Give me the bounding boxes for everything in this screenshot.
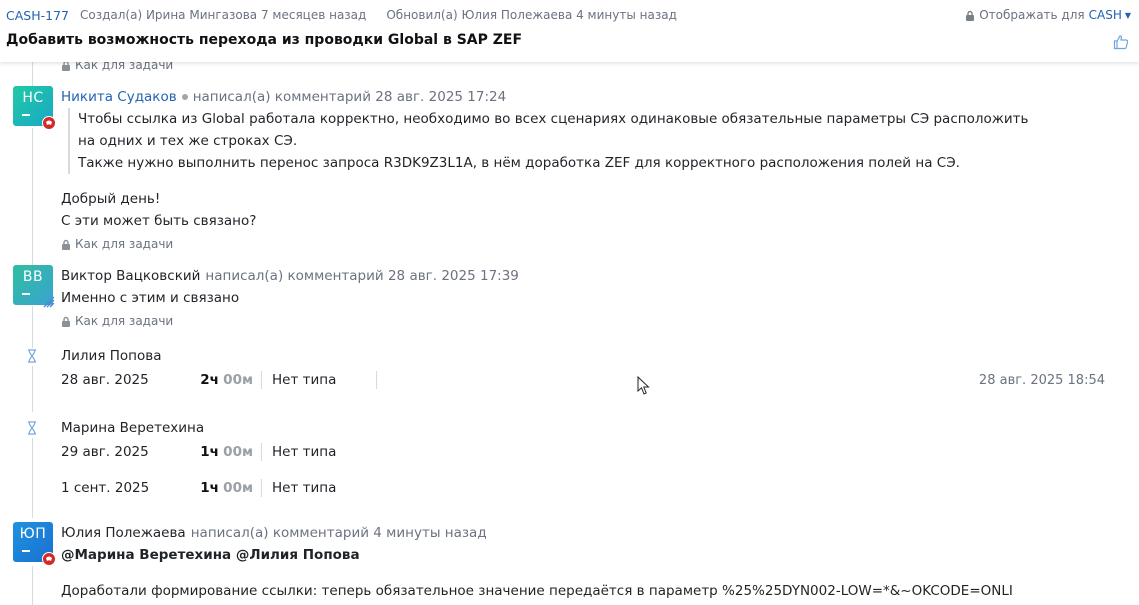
comment-header: Юлия Полежаева написал(а) комментарий 4 … [61, 525, 487, 541]
like-icon[interactable] [1113, 34, 1129, 50]
avatar[interactable]: НС [13, 86, 56, 130]
lock-icon [966, 10, 975, 21]
worklog-entry[interactable]: 29 авг. 2025 1ч 00м Нет типа [61, 442, 376, 462]
thread-line [32, 306, 33, 348]
comment-quote: Чтобы ссылка из Global работала корректн… [68, 108, 1029, 174]
worklog-hours: 1ч [200, 480, 219, 496]
worklog-user: Лилия Попова [61, 348, 162, 364]
worklog-hours: 2ч [200, 372, 219, 388]
comment-author[interactable]: Юлия Полежаева [61, 525, 186, 541]
comment-header: Никита Судаков написал(а) комментарий 28… [61, 89, 506, 105]
mouse-cursor-icon [637, 376, 650, 395]
visibility-selector[interactable]: Отображать для CASH ▼ [965, 7, 1131, 23]
issue-meta: CASH-177 Создал(а) Ирина Мингазова 7 мес… [6, 7, 697, 23]
worklog-minutes: 00м [223, 480, 253, 496]
comment-author[interactable]: Никита Судаков [61, 89, 177, 105]
worklog-timestamp: 28 авг. 2025 18:54 [978, 373, 1105, 388]
comment-meta: написал(а) комментарий 28 авг. 2025 17:3… [205, 268, 519, 284]
thread-line [32, 438, 33, 518]
worklog-duration: 2ч 00м [199, 372, 261, 388]
lock-icon [62, 316, 70, 327]
comment-author[interactable]: Виктор Вацковский [61, 268, 200, 284]
created-info: Создал(а) Ирина Мингазова 7 месяцев наза… [79, 8, 367, 22]
hourglass-icon [28, 421, 36, 435]
avatar[interactable]: ЮП [13, 522, 56, 566]
quote-line: Чтобы ссылка из Global работала корректн… [78, 111, 1029, 127]
comment-header: Виктор Вацковский написал(а) комментарий… [61, 268, 519, 284]
thread-line [32, 366, 33, 412]
chevron-down-icon: ▼ [1124, 10, 1131, 20]
avatar[interactable]: ВВ [13, 265, 55, 308]
worklog-type: Нет типа [272, 480, 337, 496]
worklog-date: 1 сент. 2025 [61, 480, 150, 496]
worklog-duration: 1ч 00м [199, 444, 261, 460]
worklog-duration: 1ч 00м [199, 480, 261, 496]
status-badge-icon [43, 296, 55, 308]
lock-icon [62, 239, 70, 250]
comment-text: Именно с этим и связано [61, 290, 240, 306]
quote-line: на одних и тех же строках СЭ. [78, 133, 298, 149]
status-badge-icon [42, 552, 56, 566]
worklog-entry[interactable]: 28 авг. 2025 2ч 00м Нет типа [61, 370, 377, 390]
worklog-type: Нет типа [272, 372, 337, 388]
thread-line [32, 128, 33, 268]
worklog-date: 28 авг. 2025 [61, 372, 149, 388]
worklog-minutes: 00м [223, 372, 253, 388]
quote-line: Также нужно выполнить перенос запроса R3… [78, 155, 960, 171]
worklog-type: Нет типа [272, 444, 337, 460]
avatar-initials: ВВ [22, 269, 44, 285]
comment-meta: написал(а) комментарий 4 минуты назад [190, 525, 487, 541]
comment-text: С эти может быть связано? [61, 213, 257, 229]
worklog-minutes: 00м [223, 444, 253, 460]
avatar-initials: НС [22, 90, 44, 106]
comment-visibility: Как для задачи [61, 237, 173, 251]
task-key-link[interactable]: CASH-177 [6, 8, 69, 23]
issue-title: Добавить возможность перехода из проводк… [6, 32, 523, 48]
permission-label: Как для задачи [75, 314, 174, 328]
worklog-entry[interactable]: 1 сент. 2025 1ч 00м Нет типа [61, 478, 376, 498]
comment-text: Добрый день! [61, 191, 161, 207]
worklog-date: 29 авг. 2025 [61, 444, 149, 460]
thread-line [32, 566, 33, 605]
updated-info: Обновил(а) Юлия Полежаева 4 минуты назад [386, 8, 677, 22]
worklog-hours: 1ч [200, 444, 219, 460]
comment-visibility: Как для задачи [61, 314, 173, 328]
comment-text: Доработали формирование ссылки: теперь о… [61, 583, 1013, 599]
issue-header: CASH-177 Создал(а) Ирина Мингазова 7 мес… [0, 0, 1139, 62]
comment-meta: написал(а) комментарий 28 авг. 2025 17:2… [192, 89, 507, 105]
comment-mentions[interactable]: @Марина Веретехина @Лилия Попова [61, 547, 360, 563]
worklog-user: Марина Веретехина [61, 420, 205, 436]
visibility-project: CASH [1088, 8, 1122, 22]
avatar-initials: ЮП [19, 526, 47, 542]
permission-label: Как для задачи [75, 237, 174, 251]
status-badge-icon [42, 116, 56, 130]
presence-indicator [181, 94, 188, 100]
visibility-label: Отображать для [979, 8, 1085, 22]
hourglass-icon [28, 349, 36, 363]
